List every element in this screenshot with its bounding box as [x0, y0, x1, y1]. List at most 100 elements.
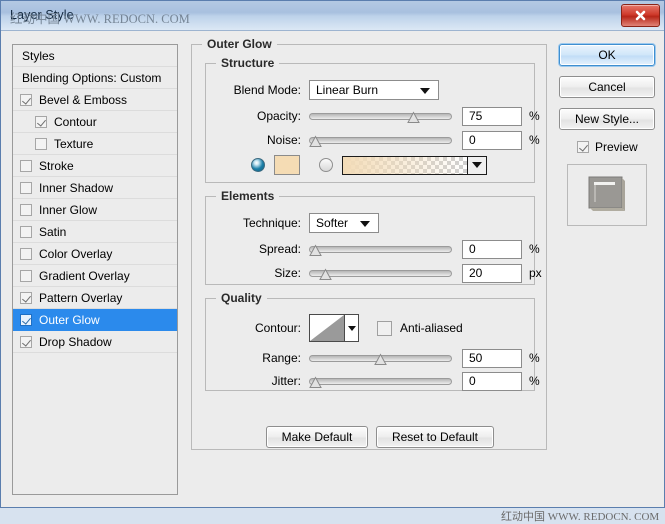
style-checkbox[interactable] — [20, 336, 32, 348]
new-style-button[interactable]: New Style... — [559, 108, 655, 130]
opacity-field[interactable]: 75 — [462, 107, 522, 126]
chevron-down-icon — [348, 326, 356, 331]
preview-label: Preview — [595, 140, 638, 154]
ok-button[interactable]: OK — [559, 44, 655, 66]
spread-field[interactable]: 0 — [462, 240, 522, 259]
style-checkbox[interactable] — [20, 292, 32, 304]
fill-color-radio[interactable] — [251, 158, 265, 172]
size-slider-thumb[interactable] — [319, 268, 332, 281]
anti-aliased-checkbox[interactable] — [377, 321, 392, 336]
size-label: Size: — [216, 266, 301, 280]
glow-color-swatch[interactable] — [274, 155, 300, 175]
style-checkbox[interactable] — [20, 314, 32, 326]
size-slider[interactable] — [309, 264, 452, 282]
opacity-slider-thumb[interactable] — [407, 111, 420, 124]
style-checkbox[interactable] — [20, 204, 32, 216]
contour-preview[interactable] — [309, 314, 345, 342]
style-row-inner-shadow[interactable]: Inner Shadow — [13, 177, 177, 199]
close-button[interactable] — [621, 4, 660, 27]
style-checkbox[interactable] — [20, 94, 32, 106]
style-row-styles[interactable]: Styles — [13, 45, 177, 67]
blend-mode-dropdown[interactable]: Linear Burn — [309, 80, 439, 100]
style-row-outer-glow[interactable]: Outer Glow — [13, 309, 177, 331]
opacity-slider[interactable] — [309, 107, 452, 125]
chevron-down-icon — [360, 221, 370, 227]
style-checkbox[interactable] — [20, 160, 32, 172]
style-row-pattern-overlay[interactable]: Pattern Overlay — [13, 287, 177, 309]
gradient-fill — [343, 157, 467, 174]
style-row-label: Gradient Overlay — [39, 269, 130, 283]
noise-slider[interactable] — [309, 131, 452, 149]
noise-unit: % — [529, 133, 540, 147]
style-row-label: Inner Shadow — [39, 181, 113, 195]
style-row-gradient-overlay[interactable]: Gradient Overlay — [13, 265, 177, 287]
jitter-label: Jitter: — [216, 374, 301, 388]
style-checkbox[interactable] — [35, 116, 47, 128]
style-row-label: Drop Shadow — [39, 335, 112, 349]
style-row-satin[interactable]: Satin — [13, 221, 177, 243]
preview-square-icon — [587, 176, 627, 214]
fill-gradient-radio[interactable] — [319, 158, 333, 172]
style-row-drop-shadow[interactable]: Drop Shadow — [13, 331, 177, 353]
style-row-contour[interactable]: Contour — [13, 111, 177, 133]
preview-checkbox[interactable] — [577, 141, 589, 153]
gradient-picker-button[interactable] — [468, 156, 487, 175]
bottom-watermark: 红动中国 WWW. REDOCN. COM — [501, 508, 659, 524]
style-row-bevel-emboss[interactable]: Bevel & Emboss — [13, 89, 177, 111]
style-checkbox[interactable] — [20, 270, 32, 282]
elements-legend: Elements — [216, 189, 279, 203]
style-row-color-overlay[interactable]: Color Overlay — [13, 243, 177, 265]
technique-value: Softer — [316, 216, 348, 230]
opacity-slider-track — [309, 113, 452, 120]
options-area: Outer Glow Structure Blend Mode: Linear … — [191, 44, 547, 495]
styles-list[interactable]: StylesBlending Options: Custom Bevel & Em… — [12, 44, 178, 495]
style-row-label: Inner Glow — [39, 203, 97, 217]
noise-slider-thumb[interactable] — [309, 135, 322, 148]
contour-picker-button[interactable] — [345, 314, 359, 342]
opacity-unit: % — [529, 109, 540, 123]
size-unit: px — [529, 266, 542, 280]
structure-group: Structure Blend Mode: Linear Burn Opacit… — [205, 63, 535, 183]
reset-to-default-button[interactable]: Reset to Default — [376, 426, 494, 448]
anti-aliased-label: Anti-aliased — [400, 321, 463, 335]
preview-artwork — [587, 176, 627, 214]
style-checkbox[interactable] — [20, 248, 32, 260]
style-row-label: Contour — [54, 115, 97, 129]
size-field[interactable]: 20 — [462, 264, 522, 283]
style-checkbox[interactable] — [20, 182, 32, 194]
range-slider[interactable] — [309, 349, 452, 367]
title-watermark: 红动中国 WWW. REDOCN. COM — [10, 8, 190, 27]
noise-slider-track — [309, 137, 452, 144]
style-row-inner-glow[interactable]: Inner Glow — [13, 199, 177, 221]
make-default-button[interactable]: Make Default — [266, 426, 368, 448]
style-row-label: Outer Glow — [39, 313, 100, 327]
range-slider-thumb[interactable] — [374, 353, 387, 366]
cancel-button[interactable]: Cancel — [559, 76, 655, 98]
jitter-unit: % — [529, 374, 540, 388]
style-row-blending-options-custom[interactable]: Blending Options: Custom — [13, 67, 177, 89]
title-bar: Layer Style 红动中国 WWW. REDOCN. COM — [1, 1, 664, 31]
style-row-stroke[interactable]: Stroke — [13, 155, 177, 177]
glow-gradient-preview[interactable] — [342, 156, 468, 175]
jitter-slider[interactable] — [309, 372, 452, 390]
style-checkbox[interactable] — [20, 226, 32, 238]
style-preview-thumbnail — [567, 164, 647, 226]
jitter-field[interactable]: 0 — [462, 372, 522, 391]
style-row-label: Bevel & Emboss — [39, 93, 127, 107]
spread-slider-thumb[interactable] — [309, 244, 322, 257]
technique-dropdown[interactable]: Softer — [309, 213, 379, 233]
spread-unit: % — [529, 242, 540, 256]
spread-slider[interactable] — [309, 240, 452, 258]
contour-label: Contour: — [216, 321, 301, 335]
range-field[interactable]: 50 — [462, 349, 522, 368]
style-row-label: Pattern Overlay — [39, 291, 122, 305]
quality-group: Quality Contour: Ant — [205, 298, 535, 391]
preview-toggle[interactable]: Preview — [577, 140, 655, 154]
jitter-slider-thumb[interactable] — [309, 376, 322, 389]
style-checkbox[interactable] — [35, 138, 47, 150]
noise-field[interactable]: 0 — [462, 131, 522, 150]
style-row-label: Texture — [54, 137, 93, 151]
dialog-body: StylesBlending Options: Custom Bevel & Em… — [1, 31, 664, 507]
close-icon — [634, 9, 647, 22]
style-row-texture[interactable]: Texture — [13, 133, 177, 155]
